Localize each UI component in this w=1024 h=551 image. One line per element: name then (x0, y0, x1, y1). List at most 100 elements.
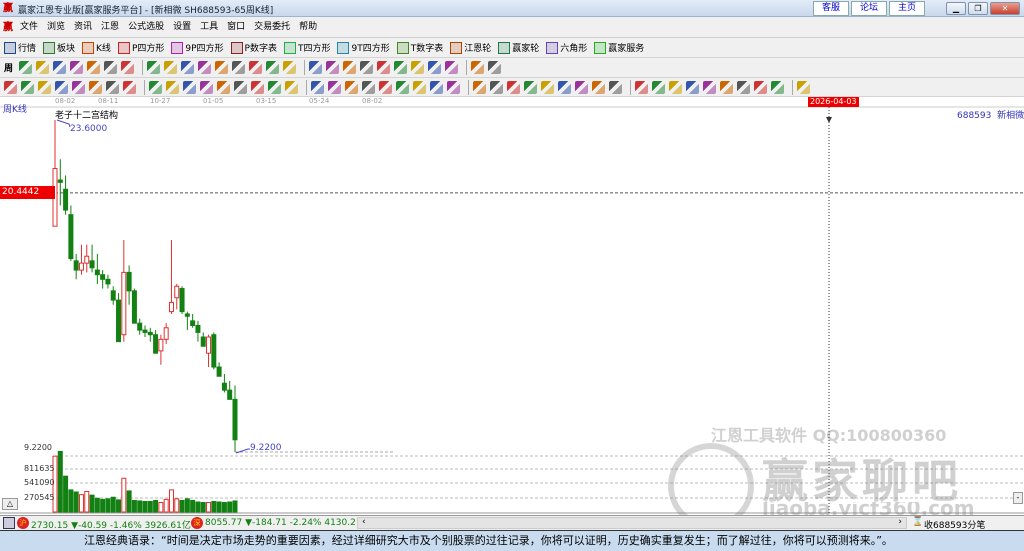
gann-d-icon[interactable] (89, 80, 102, 94)
slope-b-icon[interactable] (686, 80, 699, 94)
menu-trade[interactable]: 交易委托 (254, 17, 290, 38)
grid-blue-icon[interactable] (473, 80, 486, 94)
n2-icon[interactable] (166, 80, 179, 94)
menu-help[interactable]: 帮助 (299, 17, 317, 38)
slope-f-icon[interactable] (754, 80, 767, 94)
box-icon[interactable] (234, 80, 247, 94)
list-icon[interactable] (36, 61, 50, 74)
toolbar-dollar[interactable]: 赢家服务 (594, 41, 644, 54)
percent-icon[interactable] (541, 80, 554, 94)
zoom-in-icon[interactable] (215, 61, 229, 74)
prev-icon[interactable] (181, 61, 195, 74)
hand-icon[interactable] (326, 61, 340, 74)
chart-ruler-icon[interactable] (507, 80, 520, 94)
toolbar-p-number-table[interactable]: P数字表 (230, 41, 277, 54)
tool-b-icon[interactable] (394, 61, 408, 74)
restore-button[interactable]: ❐ (968, 2, 988, 15)
link-forum[interactable]: 论坛 (851, 1, 887, 16)
toolbar-kline[interactable]: K线 (82, 41, 111, 54)
next-icon[interactable] (198, 61, 212, 74)
grid-line-icon[interactable] (311, 80, 324, 94)
cursor-dropdown[interactable] (87, 61, 101, 74)
toolbar-t-number-table[interactable]: T数字表 (396, 41, 443, 54)
close-button[interactable]: ✕ (990, 2, 1020, 15)
menu-gann[interactable]: 江恩 (101, 17, 119, 38)
minimize-button[interactable]: ▁ (946, 2, 966, 15)
target-icon[interactable] (200, 80, 213, 94)
menu-browse[interactable]: 浏览 (47, 17, 65, 38)
toolbar-gann-wheel[interactable]: 江恩轮 (450, 41, 491, 54)
toolbar-winner-wheel[interactable]: 赢家轮 (498, 41, 539, 54)
v-line-icon[interactable] (430, 80, 443, 94)
chart-b-icon[interactable] (70, 61, 84, 74)
expand-panel-button[interactable]: △ (2, 498, 18, 510)
toolbar-p-square[interactable]: P四方形 (117, 41, 164, 54)
parallel-icon[interactable] (21, 80, 34, 94)
angle-line-icon[interactable] (413, 80, 426, 94)
fan-red-icon[interactable] (362, 80, 375, 94)
toolbar-9p-square[interactable]: 9P四方形 (171, 41, 224, 54)
calendar-icon[interactable] (411, 61, 425, 74)
gann-e-icon[interactable] (106, 80, 119, 94)
menu-window[interactable]: 窗口 (227, 17, 245, 38)
calculator-icon[interactable] (428, 61, 442, 74)
scroll-right-icon[interactable]: › (898, 517, 902, 527)
zoom-left-icon[interactable] (249, 61, 263, 74)
last-icon[interactable] (164, 61, 178, 74)
multi-period-icon[interactable] (104, 61, 118, 74)
kline-chart[interactable]: 周K线 老子十二宫结构 688593 新相微 08-02 08-11 10-27 01… (0, 97, 1024, 529)
yinyang-icon[interactable] (771, 80, 784, 94)
link-home[interactable]: 主页 (889, 1, 925, 16)
gann-b-icon[interactable] (55, 80, 68, 94)
zoom-right-icon[interactable] (266, 61, 280, 74)
gann-c-icon[interactable] (72, 80, 85, 94)
menu-tools[interactable]: 工具 (200, 17, 218, 38)
percent-line-icon[interactable] (558, 80, 571, 94)
square-red-icon[interactable] (379, 80, 392, 94)
color-chart-icon[interactable] (121, 61, 135, 74)
period-dropdown[interactable]: 周 (4, 61, 13, 74)
menu-file[interactable]: 文件 (20, 17, 38, 38)
gann-a-icon[interactable] (38, 80, 51, 94)
toolbar-t-square[interactable]: T四方形 (283, 41, 330, 54)
slope-c-icon[interactable] (703, 80, 716, 94)
slope-e-icon[interactable] (737, 80, 750, 94)
print-icon[interactable] (488, 61, 502, 74)
report-icon[interactable] (445, 61, 459, 74)
toolbar-quote-grid[interactable]: 行情 (4, 41, 36, 54)
coin-icon[interactable] (575, 80, 588, 94)
status-scrollbar[interactable]: ‹ › (357, 517, 907, 529)
menu-settings[interactable]: 设置 (173, 17, 191, 38)
angle-icon[interactable] (251, 80, 264, 94)
circle-icon[interactable] (123, 80, 136, 94)
draw-icon[interactable] (360, 61, 374, 74)
move-up-icon[interactable] (283, 61, 297, 74)
star-icon[interactable] (217, 80, 230, 94)
crosshair-icon[interactable] (343, 61, 357, 74)
slope-a-icon[interactable] (669, 80, 682, 94)
chart-a-icon[interactable] (53, 61, 67, 74)
menu-news[interactable]: 资讯 (74, 17, 92, 38)
gold-icon[interactable] (652, 80, 665, 94)
rect-icon[interactable] (345, 80, 358, 94)
first-icon[interactable] (147, 61, 161, 74)
gold-line-icon[interactable] (592, 80, 605, 94)
toolbar-9t-square[interactable]: 9T四方形 (337, 41, 390, 54)
lines-icon[interactable] (149, 80, 162, 94)
cycle-icon[interactable] (328, 80, 341, 94)
panel-toggle-button[interactable]: - (1013, 492, 1023, 504)
pen-icon[interactable] (4, 80, 17, 94)
pen-red-icon[interactable] (609, 80, 622, 94)
calculator-icon[interactable] (3, 517, 15, 529)
app-menu-icon[interactable]: 赢 (3, 22, 15, 33)
link-support[interactable]: 客服 (813, 1, 849, 16)
toolbar-sector[interactable]: 板块 (43, 41, 75, 54)
time-b-icon[interactable] (285, 80, 298, 94)
fan-icon[interactable] (183, 80, 196, 94)
toolbar-hexagon[interactable]: 六角形 (546, 41, 587, 54)
parallel-lines-icon[interactable] (490, 80, 503, 94)
menu-formula[interactable]: 公式选股 (128, 17, 164, 38)
grid-red-icon[interactable] (447, 80, 460, 94)
shenzhen-index[interactable]: 8055.77 ▼-184.71 -2.24% 4130.26 (205, 518, 355, 528)
grid-icon[interactable] (19, 61, 33, 74)
